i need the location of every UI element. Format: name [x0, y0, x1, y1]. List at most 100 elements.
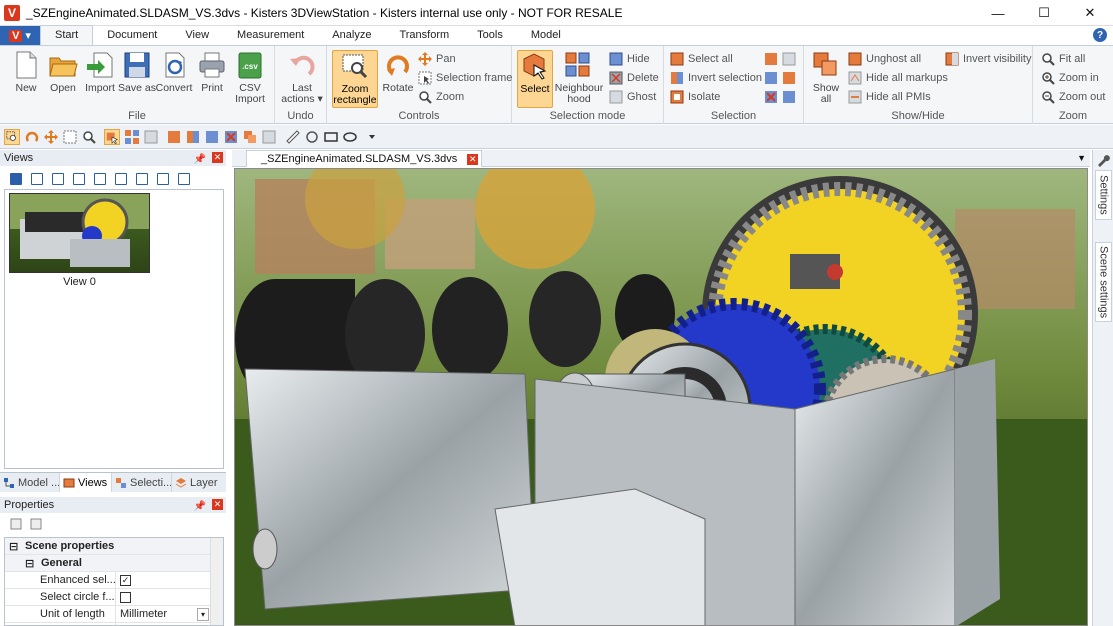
collapse-icon[interactable]: ⊟: [5, 557, 41, 570]
tab-view[interactable]: View: [171, 26, 223, 45]
invert-visibility-button[interactable]: Invert visibility: [945, 50, 1031, 68]
save-as-button[interactable]: Save as: [118, 50, 156, 94]
select-visible-icon[interactable]: [782, 90, 796, 104]
show-all-tool-icon[interactable]: [242, 129, 258, 145]
selection-frame-tool-icon[interactable]: [62, 129, 78, 145]
tab-views[interactable]: Views: [60, 473, 112, 492]
new-button[interactable]: New: [7, 50, 45, 94]
next-view-icon[interactable]: [136, 173, 148, 185]
select-parent-icon[interactable]: [782, 52, 796, 66]
enhanced-selection-checkbox[interactable]: ✓: [120, 574, 131, 586]
views-close-button[interactable]: ✕: [212, 152, 223, 163]
tab-selection[interactable]: Selecti...: [112, 473, 172, 492]
neighbourhood-tool-icon[interactable]: [124, 129, 140, 145]
loop-view-icon[interactable]: [178, 173, 190, 185]
fit-all-button[interactable]: Fit all: [1041, 50, 1085, 68]
3d-viewport[interactable]: [234, 168, 1088, 626]
select-similar-icon[interactable]: [782, 71, 796, 85]
zoom-out-button[interactable]: Zoom out: [1041, 88, 1105, 106]
tab-transform[interactable]: Transform: [385, 26, 463, 45]
home-view-icon[interactable]: [10, 173, 22, 185]
zoom-in-button[interactable]: Zoom in: [1041, 69, 1099, 87]
app-menu-button[interactable]: V ▾: [0, 26, 40, 45]
zoom-rectangle-button[interactable]: Zoom rectangle: [332, 50, 378, 108]
last-actions-button[interactable]: Last actions ▾: [280, 50, 324, 105]
delete-mode-button[interactable]: Delete: [609, 69, 659, 87]
fit-view-icon[interactable]: [157, 173, 169, 185]
select-all-tool-icon[interactable]: [166, 129, 182, 145]
isolate-button[interactable]: Isolate: [670, 88, 720, 106]
document-close-button[interactable]: ✕: [467, 154, 479, 165]
hide-all-markups-button[interactable]: Hide all markups: [848, 69, 948, 87]
csv-import-button[interactable]: .csv CSV Import: [231, 50, 269, 105]
app-logo-icon[interactable]: V: [4, 4, 20, 21]
minimize-button[interactable]: —: [975, 0, 1021, 26]
rotate-tool-icon[interactable]: [24, 129, 40, 145]
convert-button[interactable]: Convert: [155, 50, 193, 94]
tab-layer[interactable]: Layer: [172, 473, 226, 492]
delete-view-icon[interactable]: [73, 173, 85, 185]
tab-model-tree[interactable]: Model ...: [0, 473, 60, 492]
tab-scene-settings-side[interactable]: Scene settings: [1095, 242, 1112, 322]
zoom-tool-icon[interactable]: [81, 129, 97, 145]
customize-toolbar-icon[interactable]: [364, 129, 380, 145]
add-view-icon[interactable]: [31, 173, 43, 185]
select-button[interactable]: Select: [517, 50, 553, 108]
measure-tool-icon[interactable]: [285, 129, 301, 145]
rectangle-markup-icon[interactable]: [323, 129, 339, 145]
chevron-down-icon[interactable]: ▾: [197, 607, 209, 621]
categorized-icon[interactable]: [10, 518, 22, 530]
alphabetical-icon[interactable]: [30, 518, 42, 530]
select-circle-checkbox[interactable]: [120, 591, 131, 603]
hide-tool-icon[interactable]: [143, 129, 159, 145]
unit-of-length-dropdown[interactable]: Millimeter ▾: [115, 605, 211, 623]
unghost-all-button[interactable]: Unghost all: [848, 50, 921, 68]
ghost-mode-button[interactable]: Ghost: [609, 88, 656, 106]
select-same-icon[interactable]: [764, 71, 778, 85]
selection-frame-button[interactable]: Selection frame: [418, 69, 512, 87]
refresh-tool-icon[interactable]: [304, 129, 320, 145]
previous-view-icon[interactable]: [94, 173, 106, 185]
pin-icon[interactable]: 📌: [194, 152, 206, 168]
view-thumbnail[interactable]: [9, 193, 150, 273]
open-button[interactable]: Open: [44, 50, 82, 94]
tab-tools[interactable]: Tools: [463, 26, 517, 45]
help-icon[interactable]: ?: [1093, 28, 1107, 42]
wrench-icon[interactable]: [1096, 153, 1110, 167]
select-tool-icon[interactable]: [104, 129, 120, 145]
zoom-button[interactable]: Zoom: [418, 88, 464, 106]
deselect-tool-icon[interactable]: [223, 129, 239, 145]
close-button[interactable]: ✕: [1067, 0, 1113, 26]
pan-tool-icon[interactable]: [43, 129, 59, 145]
rotate-button[interactable]: Rotate: [380, 50, 416, 94]
import-button[interactable]: Import: [81, 50, 119, 94]
maximize-button[interactable]: ☐: [1021, 0, 1067, 26]
invert-selection-tool-icon[interactable]: [185, 129, 201, 145]
pin-icon[interactable]: 📌: [194, 499, 206, 515]
pan-button[interactable]: Pan: [418, 50, 456, 68]
document-tab[interactable]: _SZEngineAnimated.SLDASM_VS.3dvs ✕: [246, 150, 483, 167]
tab-settings-side[interactable]: Settings: [1095, 170, 1112, 220]
property-category-general[interactable]: ⊟ General: [5, 555, 211, 572]
hide-mode-button[interactable]: Hide: [609, 50, 650, 68]
update-view-icon[interactable]: [52, 173, 64, 185]
zoom-rectangle-tool-icon[interactable]: [4, 129, 20, 145]
ellipse-markup-icon[interactable]: [342, 129, 358, 145]
show-all-button[interactable]: Show all: [808, 50, 844, 105]
hide-all-pmis-button[interactable]: Hide all PMIs: [848, 88, 931, 106]
property-category-scene[interactable]: ⊟ Scene properties: [5, 538, 211, 555]
tab-document[interactable]: Document: [93, 26, 171, 45]
properties-scrollbar[interactable]: [210, 538, 223, 625]
tab-analyze[interactable]: Analyze: [318, 26, 385, 45]
tab-model[interactable]: Model: [517, 26, 575, 45]
neighbourhood-button[interactable]: Neighbour hood: [555, 50, 603, 105]
stop-view-icon[interactable]: [115, 173, 127, 185]
tab-measurement[interactable]: Measurement: [223, 26, 318, 45]
print-button[interactable]: Print: [193, 50, 231, 94]
tab-start[interactable]: Start: [40, 25, 94, 45]
isolate-tool-icon[interactable]: [204, 129, 220, 145]
properties-close-button[interactable]: ✕: [212, 499, 223, 510]
select-all-button[interactable]: Select all: [670, 50, 733, 68]
invert-selection-button[interactable]: Invert selection: [670, 69, 762, 87]
collapse-icon[interactable]: ⊟: [5, 540, 25, 553]
